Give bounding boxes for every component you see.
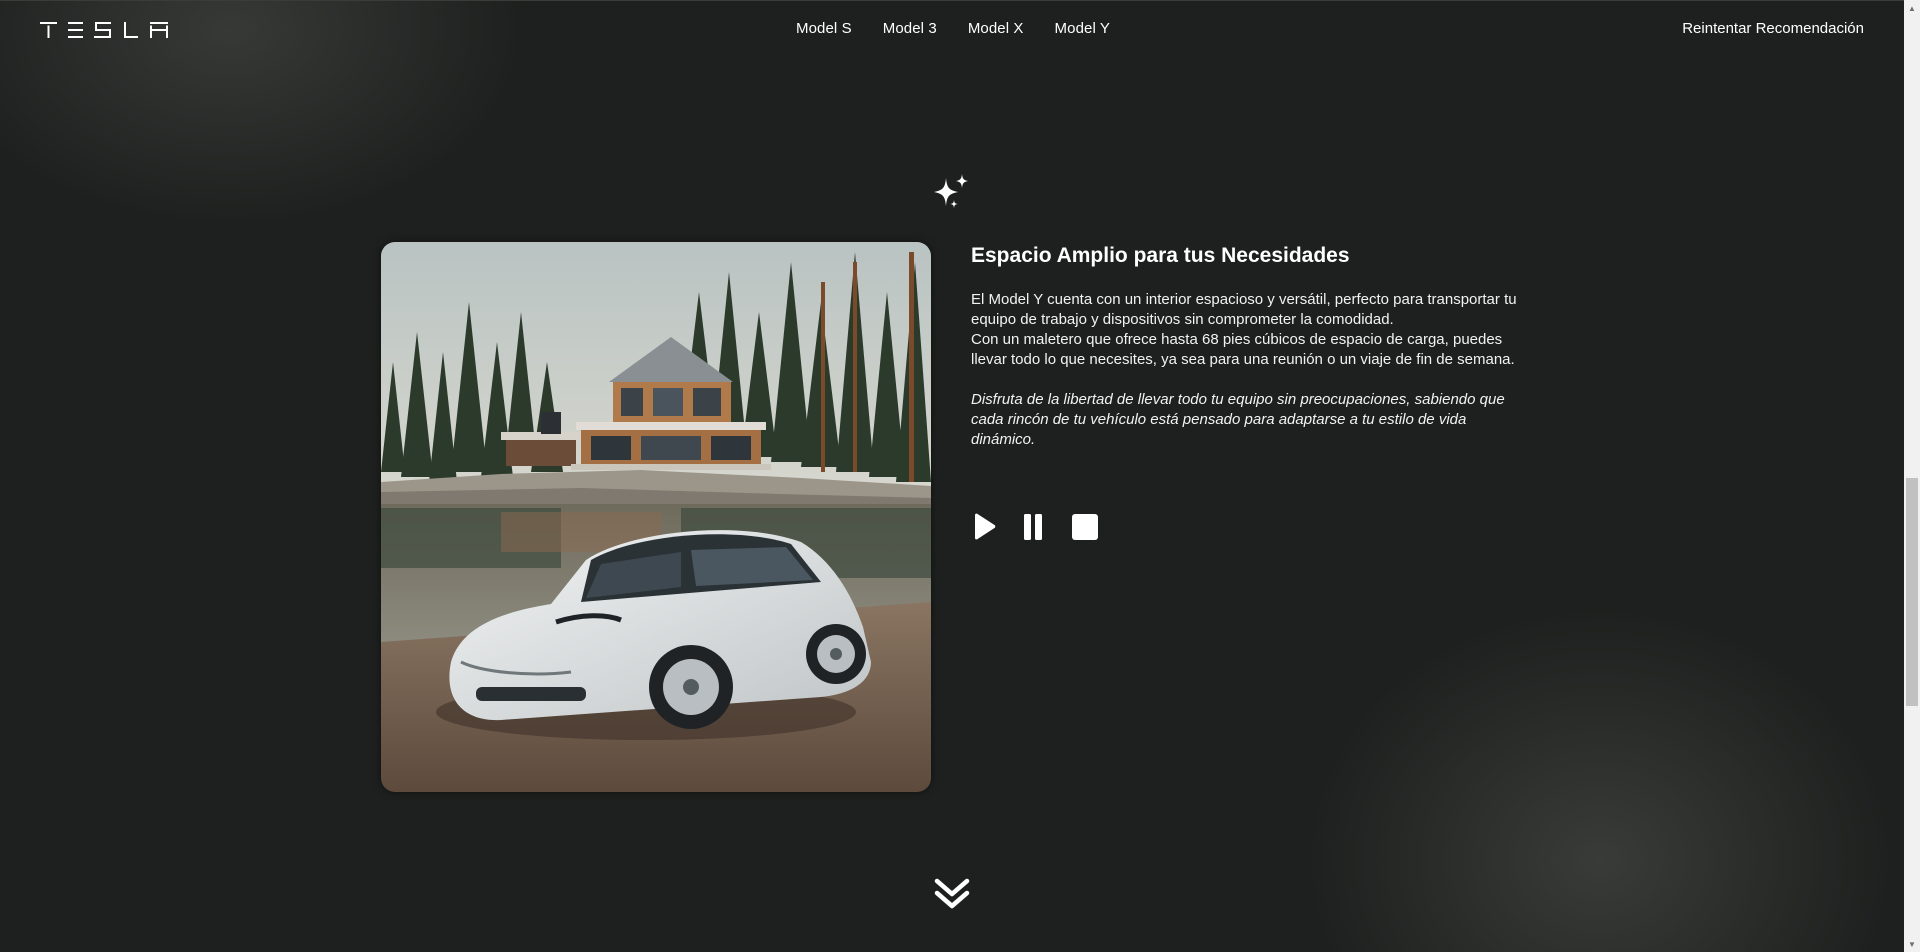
scroll-down-arrow-icon[interactable]: ▼ [1904, 936, 1920, 952]
retry-recommendation-link[interactable]: Reintentar Recomendación [1682, 20, 1864, 37]
feature-title: Espacio Amplio para tus Necesidades [971, 244, 1350, 267]
play-button[interactable] [971, 511, 1021, 543]
tesla-wordmark-icon [40, 22, 168, 38]
scroll-up-arrow-icon[interactable]: ▲ [1904, 0, 1920, 16]
pause-button[interactable] [1021, 511, 1071, 543]
nav-item-model-s[interactable]: Model S [796, 20, 852, 37]
scrollbar-thumb[interactable] [1906, 478, 1918, 706]
nav-item-model-3[interactable]: Model 3 [883, 20, 937, 37]
tesla-logo[interactable] [40, 22, 168, 38]
nav-items: Model S Model 3 Model X Model Y [796, 20, 1110, 37]
stop-icon [1072, 514, 1098, 540]
double-chevron-down-icon[interactable] [934, 877, 970, 911]
vertical-scrollbar[interactable]: ▲ ▼ [1904, 0, 1920, 952]
sparkle-icon [928, 170, 976, 214]
feature-paragraph-2: Con un maletero que ofrece hasta 68 pies… [971, 331, 1515, 368]
stop-button[interactable] [1071, 511, 1121, 543]
play-icon [975, 513, 996, 540]
feature-image [381, 242, 931, 792]
car-lake-house-illustration [381, 242, 931, 792]
feature-paragraph-1: El Model Y cuenta con un interior espaci… [971, 291, 1517, 328]
header: Model S Model 3 Model X Model Y Reintent… [0, 0, 1904, 62]
feature-content: Espacio Amplio para tus Necesidades El M… [971, 242, 1521, 450]
audio-controls [971, 511, 1121, 543]
nav-item-model-x[interactable]: Model X [968, 20, 1024, 37]
nav-item-model-y[interactable]: Model Y [1055, 20, 1110, 37]
pause-icon [1024, 514, 1042, 540]
page: Model S Model 3 Model X Model Y Reintent… [0, 0, 1920, 952]
feature-paragraph-italic: Disfruta de la libertad de llevar todo t… [971, 391, 1505, 448]
